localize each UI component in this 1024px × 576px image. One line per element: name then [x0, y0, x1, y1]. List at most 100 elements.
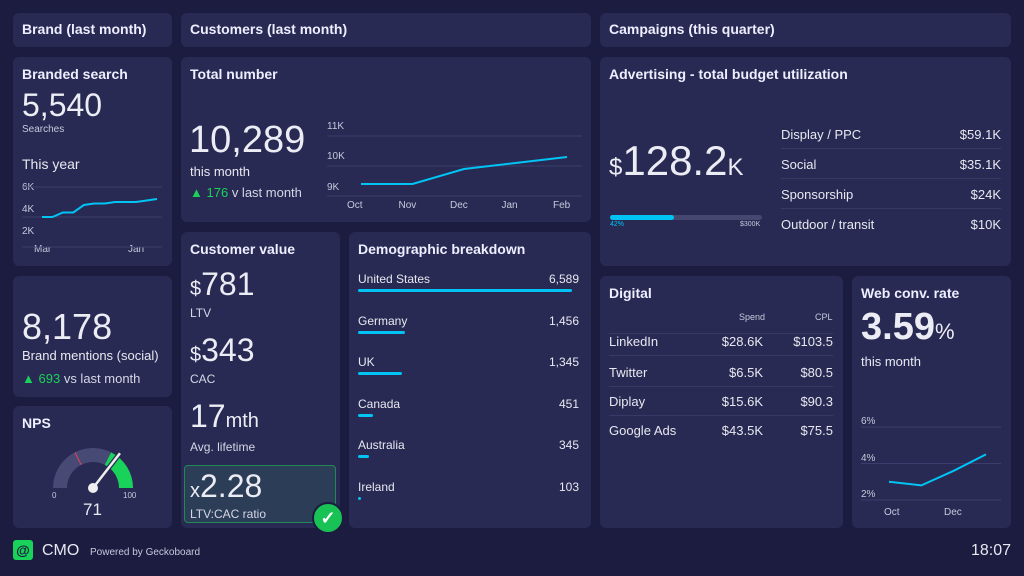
campaigns-header: Campaigns (this quarter) — [600, 13, 1011, 47]
total-number-widget[interactable]: Total number 10,289 this month ▲ 176 v l… — [181, 57, 591, 222]
country-bar — [358, 372, 402, 375]
series-line — [42, 198, 158, 218]
country-label: Canada — [358, 396, 401, 411]
customers-header-title: Customers (last month) — [190, 21, 348, 37]
cpl-value: $80.5 — [800, 365, 833, 380]
branded-search-chart — [22, 186, 162, 248]
column-header: CPL — [815, 312, 833, 322]
brand-mentions-widget[interactable]: 8,178 Brand mentions (social) ▲ 693 vs l… — [13, 276, 172, 397]
cac-value: $343 — [190, 332, 255, 369]
cpl-value: $103.5 — [793, 334, 833, 349]
campaigns-header-title: Campaigns (this quarter) — [609, 21, 775, 37]
cpl-value: $75.5 — [800, 423, 833, 438]
country-value: 1,345 — [548, 355, 579, 369]
channel-value: $24K — [970, 187, 1001, 202]
x-tick: Jan — [501, 200, 518, 211]
channel-value: $35.1K — [959, 157, 1001, 172]
advertising-widget[interactable]: Advertising - total budget utilization $… — [600, 57, 1011, 266]
this-year-label: This year — [22, 156, 80, 172]
widget-title: Advertising - total budget utilization — [609, 66, 848, 82]
ratio-value: 2.28 — [200, 468, 263, 504]
budget-progress-bar — [610, 215, 762, 220]
web-conv-chart — [861, 426, 1001, 501]
total-value: 10,289 — [189, 119, 306, 161]
currency-symbol: $ — [609, 154, 623, 181]
gauge-min: 0 — [52, 491, 57, 500]
ratio-prefix: x — [190, 480, 200, 502]
delta-text: vs last month — [63, 371, 141, 386]
demographic-row: Ireland 103 — [358, 480, 579, 500]
delta-value: 176 — [206, 185, 229, 200]
budget-number: 128.2 — [622, 137, 728, 184]
web-conv-widget[interactable]: Web conv. rate 3.59% this month 6% 4% 2%… — [852, 276, 1011, 528]
country-label: UK — [358, 355, 375, 369]
x-tick: Nov — [398, 200, 417, 211]
demographic-row: Australia 345 — [358, 438, 579, 458]
demographic-row: Germany 1,456 — [358, 314, 579, 334]
series-line — [361, 156, 568, 185]
series-line — [888, 453, 987, 487]
country-value: 345 — [558, 438, 579, 452]
mentions-delta: ▲ 693 vs last month — [22, 371, 140, 386]
country-value: 6,589 — [548, 272, 579, 286]
ratio-label: LTV:CAC ratio — [190, 507, 267, 521]
conv-value: 3.59% — [861, 306, 955, 349]
spend-value: $43.5K — [721, 423, 763, 438]
nps-widget[interactable]: NPS 0 100 71 — [13, 406, 172, 528]
channel-label: Outdoor / transit — [781, 217, 875, 232]
cpl-value: $90.3 — [800, 394, 833, 409]
widget-title: Demographic breakdown — [358, 241, 526, 257]
powered-by: Powered by Geckoboard — [90, 547, 201, 558]
progress-label: 42% — [610, 221, 625, 228]
cac-label: CAC — [190, 372, 216, 386]
delta-text: v last month — [231, 185, 302, 200]
gauge-pivot — [88, 483, 98, 493]
widget-title: Web conv. rate — [861, 285, 960, 301]
digital-widget[interactable]: Digital Spend CPL LinkedIn $28.6K $103.5 Tw… — [600, 276, 843, 528]
searches-value: 5,540 — [22, 87, 103, 123]
app-name: CMO — [42, 542, 80, 559]
budget-row: Social $35.1K — [781, 157, 1001, 179]
conv-number: 3.59 — [861, 306, 935, 348]
lifetime-label: Avg. lifetime — [190, 440, 256, 454]
ltv-number: 781 — [201, 266, 255, 302]
demographic-row: UK 1,345 — [358, 355, 579, 375]
digital-row: LinkedIn $28.6K $103.5 — [609, 333, 833, 356]
platform-label: Twitter — [609, 365, 648, 380]
platform-label: Google Ads — [609, 423, 677, 438]
country-bar — [358, 455, 370, 458]
cac-number: 343 — [201, 332, 255, 368]
demographic-widget[interactable]: Demographic breakdown United States 6,589… — [349, 232, 591, 528]
country-value: 1,456 — [548, 313, 579, 328]
digital-row: Twitter $6.5K $80.5 — [609, 365, 833, 387]
channel-label: Sponsorship — [781, 187, 854, 202]
total-number-chart — [327, 135, 582, 197]
country-bar — [358, 496, 362, 500]
up-arrow-icon: ▲ — [22, 371, 39, 386]
mentions-value: 8,178 — [22, 306, 113, 347]
up-arrow-icon: ▲ — [190, 185, 207, 200]
channel-value: $10K — [970, 217, 1001, 232]
channel-value: $59.1K — [959, 127, 1001, 142]
x-tick: Oct — [347, 200, 363, 211]
total-delta: ▲ 176 v last month — [190, 185, 302, 200]
branded-search-widget[interactable]: Branded search 5,540 Searches This year … — [13, 57, 172, 266]
currency-symbol: $ — [190, 344, 202, 366]
lifetime-number: 17 — [190, 398, 226, 434]
total-label: this month — [190, 164, 250, 179]
budget-row: Sponsorship $24K — [781, 187, 1001, 209]
digital-row: Diplay $15.6K $90.3 — [609, 394, 833, 416]
budget-row: Display / PPC $59.1K — [781, 127, 1001, 149]
demographic-row: United States 6,589 — [358, 272, 579, 292]
mentions-label: Brand mentions (social) — [22, 348, 159, 363]
column-header: Spend — [739, 312, 766, 322]
ltv-value: $781 — [190, 266, 255, 303]
channel-label: Social — [781, 157, 817, 172]
digital-row: Google Ads $43.5K $75.5 — [609, 423, 833, 444]
lifetime-unit: mth — [225, 410, 259, 432]
country-label: Australia — [358, 438, 405, 452]
customer-value-widget[interactable]: Customer value $781 LTV $343 CAC 17mth A… — [181, 232, 344, 534]
country-bar — [358, 413, 373, 417]
currency-symbol: $ — [190, 278, 202, 300]
demographic-row: Canada 451 — [358, 397, 579, 417]
